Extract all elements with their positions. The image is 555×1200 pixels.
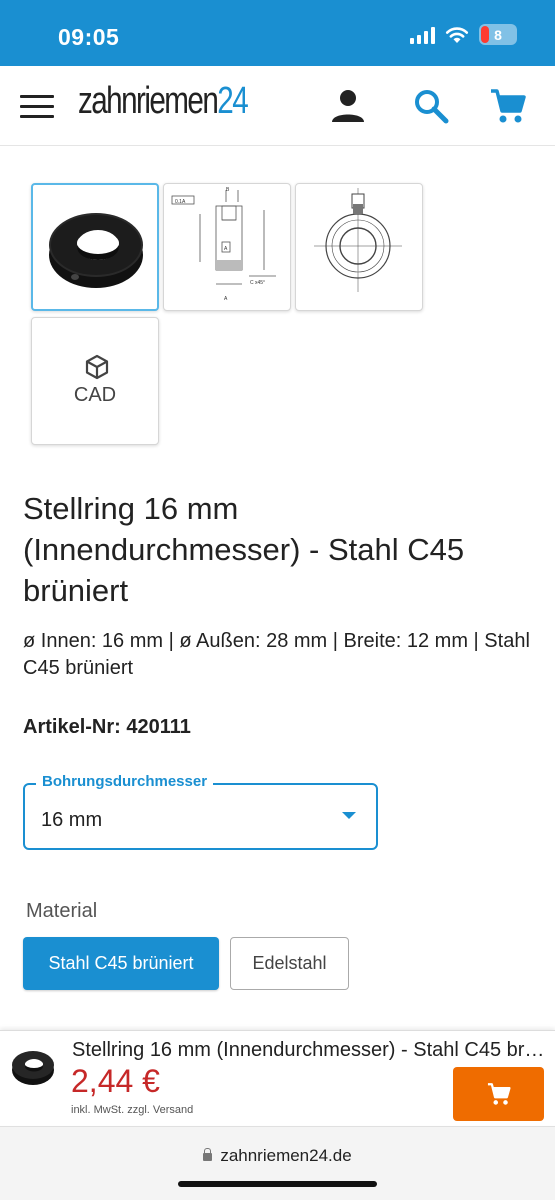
svg-text:0.1A: 0.1A	[175, 199, 186, 205]
product-price: 2,44 €	[71, 1063, 160, 1099]
svg-text:B: B	[226, 187, 230, 193]
status-bar: 09:05 8	[0, 0, 555, 66]
svg-text:A: A	[224, 246, 228, 252]
chevron-down-icon	[342, 812, 356, 819]
url-display[interactable]: zahnriemen24.de	[0, 1146, 555, 1166]
battery-level: 8	[494, 26, 502, 43]
battery-icon: 8	[479, 24, 517, 45]
price-note: inkl. MwSt. zzgl. Versand	[71, 1104, 194, 1116]
home-indicator[interactable]	[178, 1181, 377, 1187]
product-title: Stellring 16 mm (Innendurchmesser) - Sta…	[23, 491, 465, 608]
svg-text:A: A	[224, 296, 228, 302]
gallery-thumb-photo[interactable]	[31, 183, 159, 311]
cart-icon[interactable]	[488, 86, 528, 126]
account-icon[interactable]	[328, 86, 368, 126]
site-logo[interactable]: zahnriemen24	[78, 80, 249, 123]
signal-icon	[410, 26, 435, 44]
cad-label: CAD	[73, 384, 117, 406]
material-option-edelstahl[interactable]: Edelstahl	[230, 937, 349, 990]
bore-diameter-label: Bohrungsdurchmesser	[36, 773, 214, 790]
article-number: Artikel-Nr: 420111	[23, 716, 191, 738]
side-view-drawing: 0.1A B A C x45° A	[171, 187, 276, 302]
url-text: zahnriemen24.de	[220, 1146, 352, 1165]
status-icons: 8	[410, 24, 517, 45]
menu-icon[interactable]	[20, 95, 54, 119]
gallery-thumb-front-drawing[interactable]	[295, 183, 423, 311]
svg-text:C x45°: C x45°	[250, 280, 265, 286]
lock-icon	[203, 1148, 213, 1161]
cube-icon	[85, 354, 109, 380]
material-option-stahl[interactable]: Stahl C45 brüniert	[23, 937, 219, 990]
front-view-drawing	[314, 188, 402, 292]
sticky-product-title: Stellring 16 mm (Innendurchmesser) - Sta…	[72, 1039, 547, 1061]
material-label: Material	[26, 900, 98, 922]
sticky-product-thumb	[12, 1051, 54, 1085]
gallery-thumb-side-drawing[interactable]: 0.1A B A C x45° A	[163, 183, 291, 311]
wifi-icon	[445, 26, 469, 43]
gallery-thumb-cad[interactable]: CAD	[31, 317, 159, 445]
add-to-cart-button[interactable]	[453, 1067, 544, 1121]
bore-diameter-select[interactable]: Bohrungsdurchmesser 16 mm	[23, 773, 378, 850]
cart-icon	[487, 1083, 511, 1105]
collar-photo	[49, 213, 143, 288]
sticky-cart-bar: Stellring 16 mm (Innendurchmesser) - Sta…	[0, 1030, 555, 1125]
site-header: zahnriemen24	[0, 66, 555, 146]
logo-text: zahnriemen	[78, 80, 219, 122]
logo-number: 24	[217, 80, 248, 122]
product-subtitle: ø Innen: 16 mm | ø Außen: 28 mm | Breite…	[23, 630, 530, 679]
status-time: 09:05	[58, 24, 120, 50]
search-icon[interactable]	[411, 86, 451, 126]
bore-diameter-value: 16 mm	[41, 809, 103, 831]
browser-url-bar[interactable]: zahnriemen24.de	[0, 1126, 555, 1200]
